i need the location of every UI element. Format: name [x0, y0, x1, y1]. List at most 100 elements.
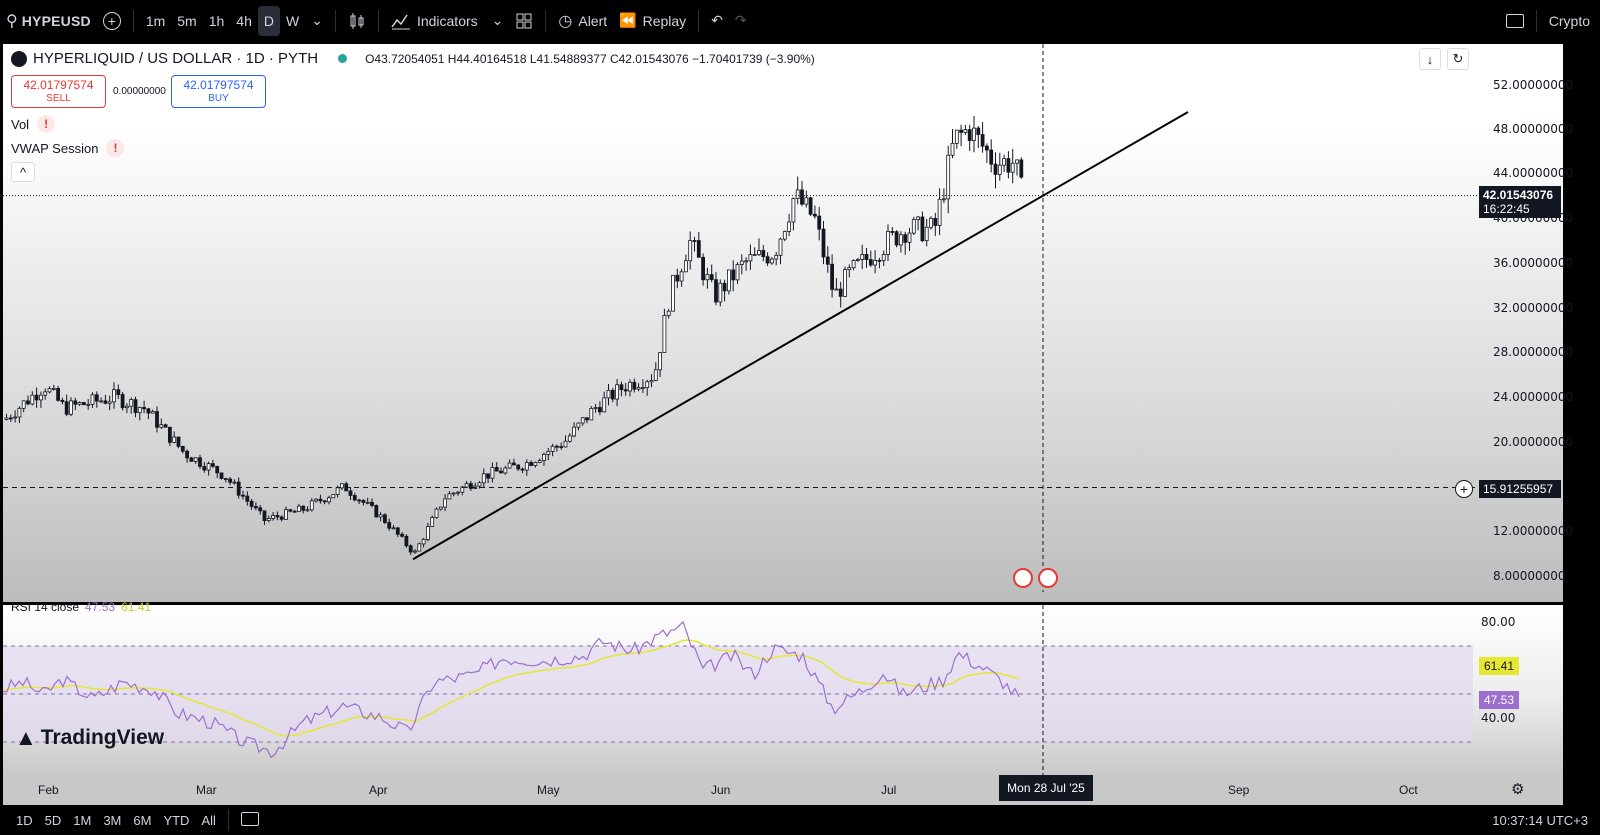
add-alert-plus-icon[interactable]: +	[1455, 480, 1473, 498]
candle-body	[628, 381, 632, 392]
range-all[interactable]: All	[195, 813, 221, 828]
rsi-chart-svg[interactable]	[3, 605, 1563, 775]
candle-body	[374, 505, 379, 518]
divider	[334, 9, 336, 32]
gear-icon[interactable]: ⚙	[1511, 780, 1524, 798]
chevron-down-icon: ⌄	[311, 12, 323, 28]
candle-body	[619, 384, 624, 391]
candle-body	[163, 424, 168, 428]
candle-body	[684, 260, 688, 273]
candle-body	[546, 450, 551, 455]
price-chart-svg[interactable]	[3, 44, 1563, 592]
candle-body	[791, 198, 796, 223]
candle-body	[400, 533, 405, 537]
symbol-label: HYPEUSD	[21, 12, 91, 29]
divider	[545, 9, 547, 32]
candle-body	[881, 254, 886, 261]
range-ytd[interactable]: YTD	[157, 813, 195, 828]
utc-clock[interactable]: 10:37:14 UTC+3	[1492, 813, 1588, 828]
candle-body	[705, 274, 710, 281]
candle-body	[877, 259, 882, 262]
sell-button[interactable]: 42.01797574 SELL	[11, 75, 106, 108]
candle-body	[890, 231, 895, 233]
settings-button[interactable]: ↻	[1447, 48, 1469, 70]
layouts-button[interactable]	[509, 6, 539, 36]
rsi-value: 47.53	[85, 600, 116, 614]
price-axis-label: 8.00000000	[1493, 569, 1566, 583]
range-5d[interactable]: 5D	[39, 813, 68, 828]
candle-body	[39, 394, 43, 401]
month-label: Jul	[881, 783, 897, 797]
candle-body	[241, 494, 245, 497]
indicators-button[interactable]: Indicators ⌄	[385, 6, 509, 36]
candle-body	[899, 234, 903, 246]
range-1m[interactable]: 1M	[67, 813, 97, 828]
undo-button[interactable]: ↶	[705, 6, 729, 36]
candle-body	[559, 446, 564, 448]
go-to-date-button[interactable]	[235, 811, 265, 829]
candle-body	[770, 258, 774, 264]
buy-button[interactable]: 42.01797574 BUY	[171, 75, 266, 108]
candle-body	[735, 264, 740, 281]
candle-body	[980, 134, 985, 147]
fullscreen-button[interactable]	[1500, 6, 1530, 36]
candle-body	[245, 495, 250, 502]
us-flag-event-icon	[1038, 568, 1058, 588]
interval-1m[interactable]: 1m	[140, 6, 171, 36]
divider	[132, 9, 134, 32]
interval-5m[interactable]: 5m	[171, 6, 202, 36]
alert-label: Alert	[578, 12, 608, 29]
candle-body	[327, 497, 331, 503]
month-label: Sep	[1228, 783, 1250, 797]
search-icon: ⚲	[6, 12, 18, 30]
candle-body	[172, 436, 177, 443]
candle-body	[555, 445, 559, 448]
candle-body	[894, 231, 899, 246]
main-chart-pane[interactable]: HYPERLIQUID / US DOLLAR · 1D · PYTH O43.…	[3, 44, 1573, 602]
candle-body	[112, 389, 116, 403]
candle-body	[236, 481, 241, 496]
alert-button[interactable]: ◷ Alert	[552, 6, 613, 36]
divider	[698, 9, 700, 32]
scroll-down-button[interactable]: ↓	[1419, 48, 1441, 70]
replay-button[interactable]: ⏪ Replay	[613, 6, 692, 36]
interval-1h[interactable]: 1h	[203, 6, 231, 36]
candle-body	[856, 258, 860, 261]
us-flag-event-icon	[1013, 568, 1033, 588]
range-6m[interactable]: 6M	[127, 813, 157, 828]
collapse-legend-button[interactable]: ^	[11, 162, 35, 182]
symbol-search[interactable]: ⚲ HYPEUSD	[0, 6, 97, 36]
warning-icon[interactable]: !	[106, 139, 125, 157]
candle-body	[911, 219, 916, 234]
candle-body	[580, 417, 585, 424]
range-3m[interactable]: 3M	[97, 813, 127, 828]
range-1d[interactable]: 1D	[10, 813, 39, 828]
vwap-indicator-label[interactable]: VWAP Session !	[11, 139, 125, 157]
candle-body	[739, 260, 744, 265]
interval-d[interactable]: D	[257, 5, 280, 36]
candle-body	[30, 394, 35, 405]
alarm-clock-icon: ◷	[558, 12, 573, 30]
interval-dropdown[interactable]: ⌄	[305, 6, 329, 36]
divider	[377, 9, 379, 32]
chart-type-button[interactable]	[342, 6, 372, 36]
candle-body	[314, 498, 319, 502]
market-label[interactable]: Crypto	[1543, 6, 1596, 36]
candle-body	[1019, 159, 1024, 178]
warning-icon[interactable]: !	[37, 115, 56, 133]
time-axis[interactable]: Feb Mar Apr May Jun Jul Sep Oct Mon 28 J…	[3, 775, 1563, 805]
candle-body	[198, 457, 202, 467]
rsi-axis-label: 40.00	[1481, 711, 1516, 725]
redo-button[interactable]: ↷	[729, 6, 753, 36]
interval-w[interactable]: W	[280, 6, 305, 36]
compare-symbol-button[interactable]: +	[97, 6, 127, 36]
candle-body	[348, 490, 353, 496]
candle-body	[185, 450, 190, 459]
candle-body	[69, 400, 73, 415]
horizontal-line-price-tag[interactable]: 15.91255957	[1479, 480, 1561, 498]
vol-indicator-label[interactable]: Vol !	[11, 115, 56, 133]
rsi-pane[interactable]: RSI 14 close 47.53 61.41 80.00 40.00 61.…	[3, 600, 1563, 775]
interval-4h[interactable]: 4h	[230, 6, 258, 36]
candle-body	[1010, 162, 1015, 173]
candle-body	[464, 483, 469, 488]
